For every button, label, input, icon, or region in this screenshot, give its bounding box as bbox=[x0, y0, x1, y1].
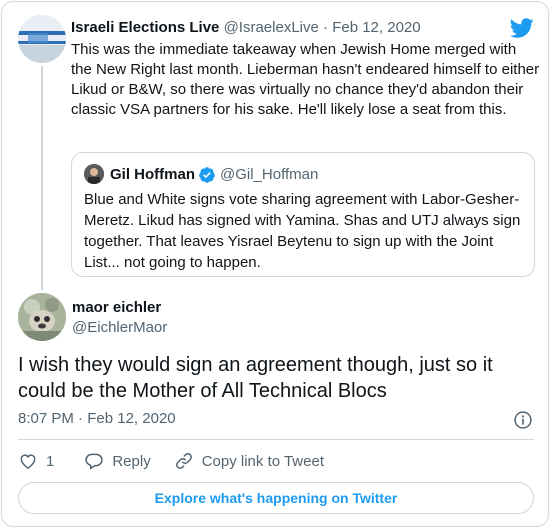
parent-author-name[interactable]: Israeli Elections Live bbox=[71, 19, 219, 36]
israeli-elections-avatar[interactable] bbox=[18, 15, 66, 63]
gil-hoffman-avatar bbox=[84, 164, 104, 184]
tweet-time: 8:07 PM bbox=[18, 410, 74, 427]
heart-icon bbox=[20, 454, 36, 469]
reply-icon bbox=[85, 453, 104, 470]
parent-date[interactable]: Feb 12, 2020 bbox=[332, 19, 420, 36]
quoted-tweet-header: Gil Hoffman @Gil_Hoffman bbox=[110, 165, 318, 185]
copy-link-label: Copy link to Tweet bbox=[201, 452, 324, 470]
main-tweet-text: I wish they would sign an agreement thou… bbox=[18, 354, 493, 402]
timestamp-separator: · bbox=[78, 410, 84, 427]
tweet-timestamp[interactable]: 8:07 PM · Feb 12, 2020 bbox=[18, 409, 176, 429]
main-author-handle[interactable]: @EichlerMaor bbox=[72, 318, 167, 338]
maor-eichler-avatar[interactable] bbox=[18, 293, 66, 341]
tweet-actions-bar: 1 Reply Copy link to Tweet bbox=[18, 450, 324, 472]
twitter-bird-icon[interactable] bbox=[510, 16, 534, 40]
tweet-date: Feb 12, 2020 bbox=[87, 410, 176, 427]
explore-twitter-button[interactable]: Explore what's happening on Twitter bbox=[18, 482, 534, 514]
tweet-embed-card: Israeli Elections Live @IsraelexLive · F… bbox=[1, 1, 549, 527]
divider bbox=[18, 439, 534, 440]
parent-author-handle[interactable]: @IsraelexLive bbox=[224, 19, 319, 36]
link-icon bbox=[175, 453, 192, 469]
info-icon[interactable] bbox=[513, 410, 533, 430]
quoted-author-name: Gil Hoffman bbox=[110, 166, 195, 183]
reply-label: Reply bbox=[112, 452, 151, 470]
main-author-name[interactable]: maor eichler bbox=[72, 298, 161, 318]
reply-button[interactable]: Reply bbox=[84, 451, 151, 471]
like-count: 1 bbox=[46, 452, 55, 470]
verified-badge-icon bbox=[199, 167, 215, 183]
parent-separator: · bbox=[323, 19, 329, 36]
quoted-tweet-text: Blue and White signs vote sharing agreem… bbox=[84, 191, 521, 271]
copy-link-button[interactable]: Copy link to Tweet bbox=[174, 451, 324, 471]
like-button[interactable]: 1 bbox=[18, 451, 54, 471]
parent-tweet-text: This was the immediate takeaway when Jew… bbox=[71, 41, 540, 118]
quoted-author-handle: @Gil_Hoffman bbox=[220, 166, 319, 183]
parent-tweet-header: Israeli Elections Live @IsraelexLive · F… bbox=[71, 18, 421, 38]
thread-connector-line bbox=[41, 66, 43, 290]
quoted-tweet[interactable]: Gil Hoffman @Gil_Hoffman Blue and White … bbox=[71, 152, 535, 277]
